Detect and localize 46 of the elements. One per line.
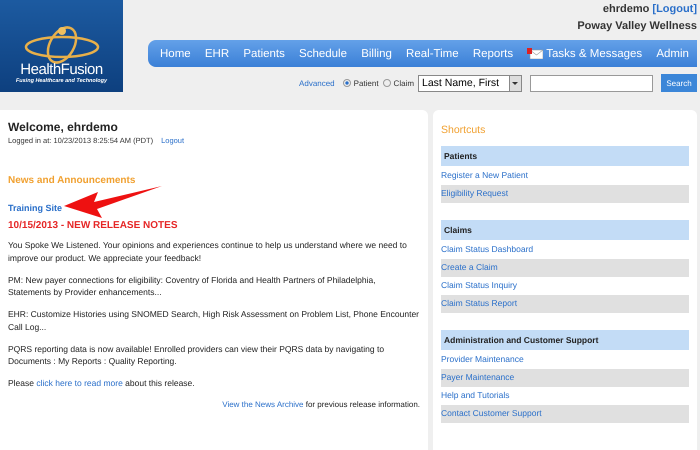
news-paragraph: PM: New payer connections for eligibility: Coventry of Florida and Health Partners of Philadelphia, Statements by Provider enhancements... (8, 274, 377, 299)
welcome-title: Welcome, ehrdemo (8, 120, 119, 134)
search-button[interactable]: Search (661, 74, 697, 92)
shortcut-link[interactable]: Eligibility Request (441, 185, 689, 203)
news-paragraph: You Spoke We Listened. Your opinions and experiences continue to help us understand where we need to improve our product. We appreciate your feedback! (8, 239, 408, 264)
shortcut-link[interactable]: Payer Maintenance (441, 369, 689, 387)
logo-name: HealthFusion (20, 61, 103, 78)
news-heading: News and Announcements (8, 175, 136, 186)
news-archive-link[interactable]: View the News Archive (222, 400, 304, 409)
nav-item[interactable]: Admin (656, 48, 689, 60)
shortcut-link[interactable]: Contact Customer Support (441, 405, 689, 423)
shortcut-link[interactable]: Register a New Patient (441, 167, 689, 185)
nav-item[interactable]: Tasks & Messages (527, 48, 642, 60)
nav-item[interactable]: Billing (361, 48, 392, 60)
practice-name: Poway Valley Wellness (577, 20, 697, 34)
news-paragraph: EHR: Customize Histories using SNOMED Search, High Risk Assessment on Problem List, Phone Encounter Call Log... (8, 308, 420, 334)
group-heading: Claims (441, 220, 689, 240)
news-paragraph: PQRS reporting data is now available! Enrolled providers can view their PQRS data by navigating to Documents : My Reports : Quality Reporting. (8, 342, 386, 368)
shortcut-link[interactable]: Provider Maintenance (441, 351, 689, 369)
group-heading: Patients (441, 146, 689, 166)
nav-item[interactable]: Schedule (299, 48, 348, 60)
user-name: ehrdemo (602, 3, 650, 15)
advanced-link[interactable]: Advanced (299, 78, 335, 88)
nav-item[interactable]: Real-Time (406, 48, 459, 60)
search-field[interactable] (530, 74, 653, 92)
radio-option[interactable]: Claim (382, 78, 414, 88)
radio-option[interactable]: Patient (342, 78, 379, 88)
shortcut-link[interactable]: Claim Status Inquiry (441, 277, 689, 295)
news-paragraph: Please click here to read more about this release. (8, 377, 196, 390)
nav-item[interactable]: Patients (243, 48, 285, 60)
nav-item[interactable]: Home (160, 48, 191, 60)
shortcut-link[interactable]: Claim Status Dashboard (441, 241, 689, 259)
read-more-link[interactable]: click here to read more (36, 378, 123, 388)
nav-item[interactable]: Reports (472, 48, 514, 60)
shortcut-link[interactable]: Create a Claim (441, 259, 689, 277)
search-type-dropdown[interactable]: Last Name, First (418, 74, 522, 92)
nav-item[interactable]: EHR (204, 48, 230, 60)
shortcut-link[interactable]: Claim Status Report (441, 295, 689, 313)
archive-note: View the News Archive for previous release information. (221, 398, 420, 411)
shortcut-link[interactable]: Help and Tutorials (441, 387, 689, 405)
training-site-link[interactable]: Training Site (8, 203, 62, 213)
logout-link[interactable]: [Logout] (652, 3, 697, 15)
caret-icon (509, 76, 521, 90)
release-title: 10/15/2013 - NEW RELEASE NOTES (8, 220, 179, 231)
shortcuts-title: Shortcuts (441, 124, 486, 136)
group-heading: Administration and Customer Support (441, 330, 689, 350)
